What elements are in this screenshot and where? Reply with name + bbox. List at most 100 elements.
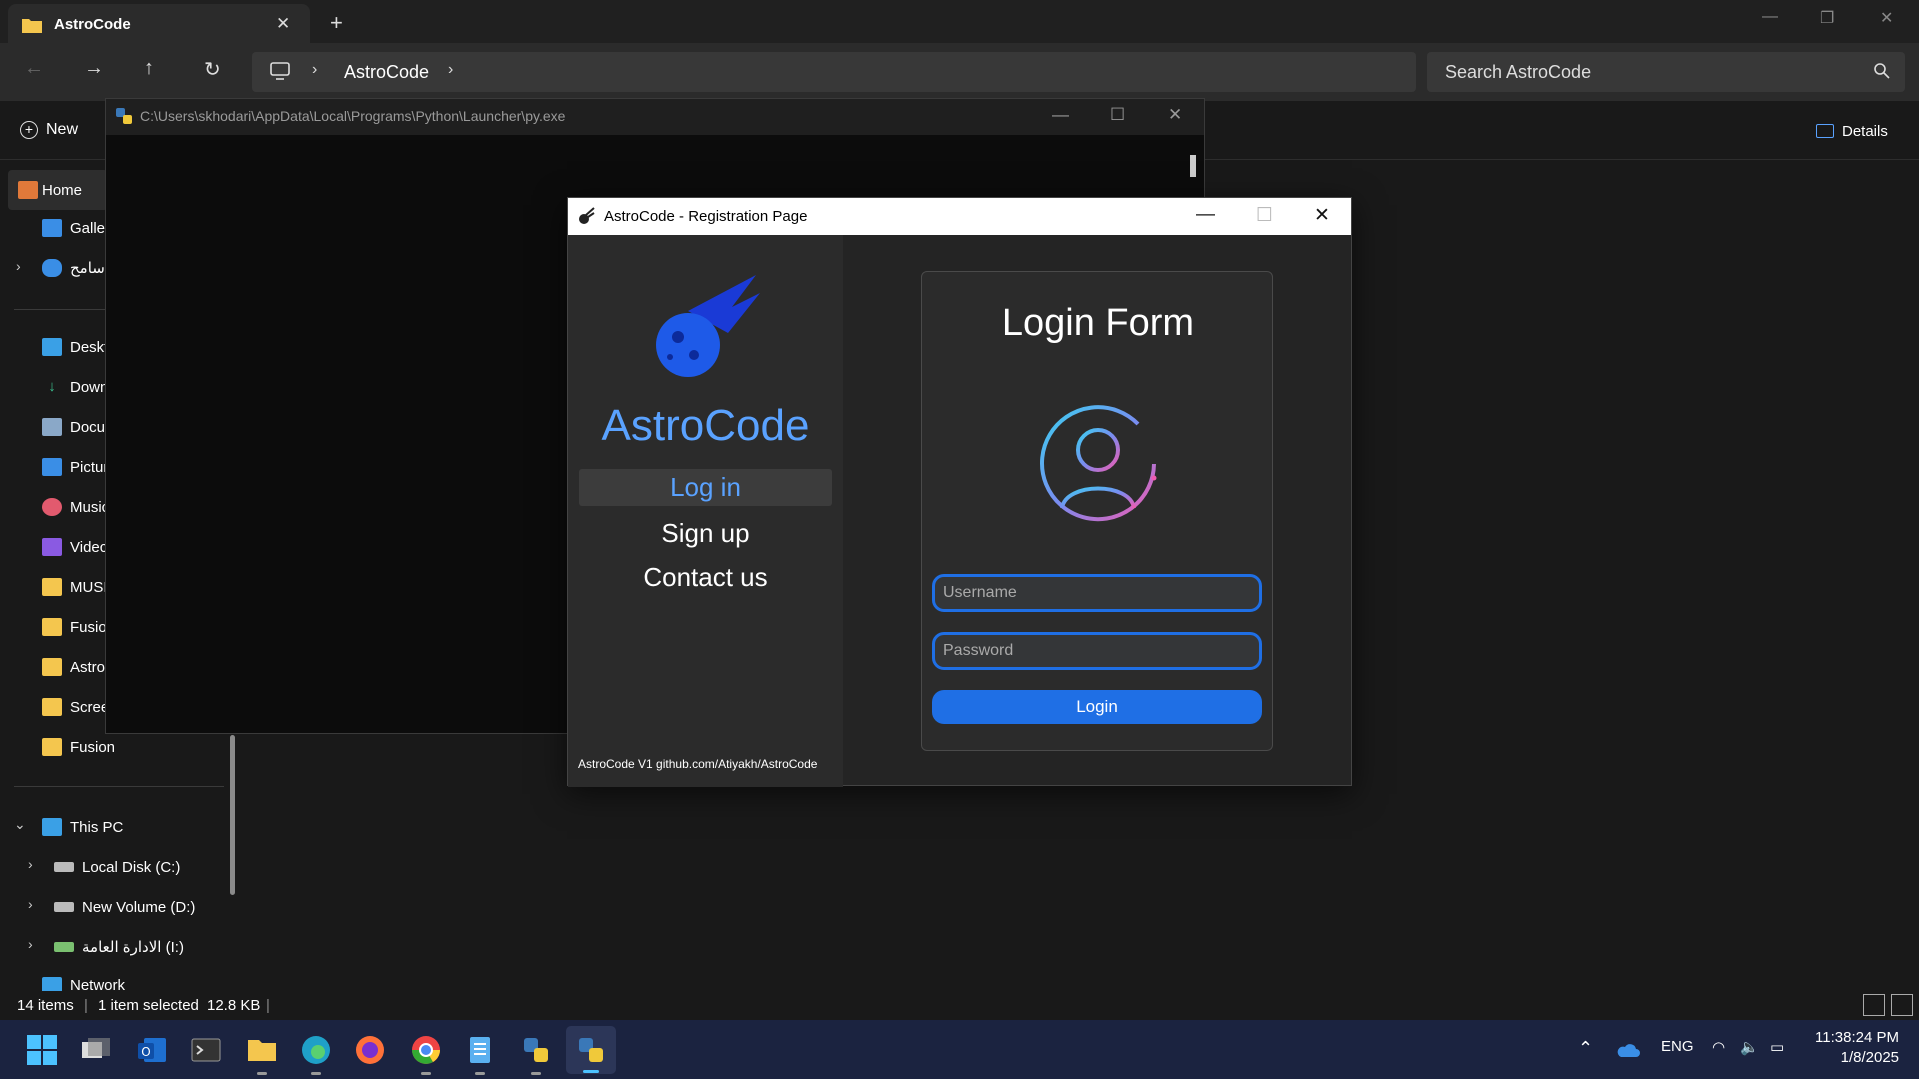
sidebar-item-folder[interactable]: Fusio (42, 616, 107, 638)
drive-icon (54, 862, 74, 872)
menu-signup[interactable]: Sign up (579, 515, 832, 552)
file-explorer-icon[interactable] (244, 1032, 280, 1068)
tiles-view-icon[interactable] (1891, 994, 1913, 1016)
edge-icon[interactable] (298, 1032, 334, 1068)
sidebar-item-desktop[interactable]: Deskt (42, 336, 108, 358)
python-icon[interactable] (518, 1032, 554, 1068)
minimize-icon[interactable]: — (1762, 8, 1778, 26)
forward-arrow-icon[interactable]: → (84, 57, 104, 80)
refresh-icon[interactable]: ↻ (204, 57, 221, 82)
chevron-down-icon[interactable]: ⌄ (14, 816, 26, 833)
close-icon[interactable]: ✕ (1314, 204, 1330, 227)
brand-name: AstroCode (601, 401, 810, 450)
sidebar-item-pictures[interactable]: Pictur (42, 456, 108, 478)
sidebar-item-folder[interactable]: Astro (42, 656, 105, 678)
clock[interactable]: 11:38:24 PM 1/8/2025 (1815, 1028, 1899, 1068)
chevron-right-icon[interactable]: › (448, 61, 453, 79)
console-scrollbar[interactable] (1190, 155, 1196, 177)
username-input[interactable]: Username (932, 574, 1262, 612)
language-indicator[interactable]: ENG (1661, 1038, 1694, 1055)
meteor-icon (579, 207, 595, 224)
breadcrumb-astrocode[interactable]: AstroCode (344, 62, 429, 83)
sidebar-item-videos[interactable]: Videc (42, 536, 107, 558)
sidebar-item-onedrive[interactable]: سامح (42, 257, 105, 279)
new-tab-icon[interactable]: + (330, 10, 343, 36)
close-icon[interactable]: ✕ (1168, 105, 1182, 125)
divider: | (266, 997, 270, 1014)
sidebar-item-label: Docu (70, 418, 106, 436)
address-bar[interactable]: › AstroCode › (252, 52, 1416, 92)
python-app-icon (579, 1038, 603, 1062)
running-indicator (531, 1072, 541, 1075)
home-icon (18, 181, 38, 199)
close-window-icon[interactable]: ✕ (1880, 8, 1893, 28)
navigation-bar: ← → ↑ ↻ › AstroCode › Search AstroCode (0, 43, 1919, 101)
new-button[interactable]: + New (20, 121, 78, 139)
up-arrow-icon[interactable]: ↑ (144, 57, 154, 80)
restore-icon[interactable]: ❐ (1820, 8, 1834, 28)
tab-astrocode[interactable]: AstroCode ✕ (8, 4, 310, 43)
back-arrow-icon[interactable]: ← (24, 57, 44, 80)
details-view-icon[interactable] (1863, 994, 1885, 1016)
user-avatar-icon (1040, 405, 1157, 522)
sidebar-item-folder[interactable]: Fusion (42, 736, 115, 758)
chevron-right-icon[interactable]: › (28, 896, 33, 912)
sidebar-item-label: Network (70, 977, 126, 991)
chevron-right-icon[interactable]: › (28, 856, 33, 872)
chevron-right-icon[interactable]: › (28, 936, 33, 952)
sidebar-item-label: Pictur (70, 458, 109, 476)
sidebar-item-this-pc[interactable]: This PC (42, 816, 123, 838)
sidebar-item-network-drive[interactable]: الادارة العامة (I:) (54, 936, 184, 958)
sidebar-item-new-volume[interactable]: New Volume (D:) (54, 896, 195, 918)
battery-icon[interactable]: ▭ (1770, 1038, 1784, 1056)
volume-icon[interactable]: 🔈 (1740, 1038, 1759, 1056)
sidebar-item-music[interactable]: Music (42, 496, 109, 518)
chevron-up-icon[interactable]: ⌃ (1578, 1038, 1593, 1059)
maximize-icon[interactable]: ☐ (1110, 105, 1125, 125)
sidebar-scrollbar[interactable] (230, 735, 235, 895)
task-view-icon[interactable] (78, 1032, 114, 1068)
sidebar-item-documents[interactable]: Docu (42, 416, 105, 438)
sidebar-item-label: Galler (70, 219, 111, 237)
close-tab-icon[interactable]: ✕ (276, 14, 290, 34)
sidebar-item-label: New Volume (D:) (82, 898, 196, 916)
download-icon: ↓ (48, 378, 56, 395)
login-button[interactable]: Login (932, 690, 1262, 724)
sidebar-item-folder[interactable]: MUSI (42, 576, 108, 598)
terminal-icon[interactable] (188, 1032, 224, 1068)
search-icon (1874, 63, 1890, 79)
running-indicator (257, 1072, 267, 1075)
plus-circle-icon: + (20, 121, 38, 139)
sidebar-item-local-disk[interactable]: Local Disk (C:) (54, 856, 180, 878)
search-box[interactable]: Search AstroCode (1427, 52, 1905, 92)
password-input[interactable]: Password (932, 632, 1262, 670)
outlook-icon[interactable]: O (134, 1032, 170, 1068)
sidebar-item-home[interactable]: Home (8, 170, 108, 210)
sidebar-item-downloads[interactable]: ↓ Down (42, 376, 108, 398)
console-title-bar: C:\Users\skhodari\AppData\Local\Programs… (106, 99, 1204, 135)
item-count: 14 items (17, 997, 74, 1014)
wifi-icon[interactable]: ◠ (1712, 1038, 1725, 1056)
onedrive-icon[interactable] (1616, 1042, 1640, 1058)
video-icon (42, 538, 62, 556)
sidebar-item-label: Scree (70, 698, 110, 716)
notepad-icon[interactable] (462, 1032, 498, 1068)
details-pane-icon (1816, 124, 1834, 138)
sidebar-item-gallery[interactable]: Galler (42, 217, 110, 239)
chevron-right-icon[interactable]: › (16, 258, 21, 274)
windows-start-icon[interactable] (24, 1032, 60, 1068)
minimize-icon[interactable]: — (1052, 105, 1069, 125)
minimize-icon[interactable]: — (1196, 204, 1215, 226)
taskbar-item-active[interactable] (566, 1026, 616, 1074)
search-input[interactable]: Search AstroCode (1445, 62, 1591, 83)
sidebar-item-folder[interactable]: Scree (42, 696, 109, 718)
folder-icon (42, 658, 62, 676)
menu-login[interactable]: Log in (579, 469, 832, 506)
firefox-icon[interactable] (352, 1032, 388, 1068)
menu-contact[interactable]: Contact us (579, 559, 832, 596)
running-indicator (421, 1072, 431, 1075)
sidebar-item-network[interactable]: Network (42, 977, 125, 991)
chrome-icon[interactable] (408, 1032, 444, 1068)
details-button[interactable]: Details (1816, 123, 1888, 140)
folder-icon (42, 578, 62, 596)
